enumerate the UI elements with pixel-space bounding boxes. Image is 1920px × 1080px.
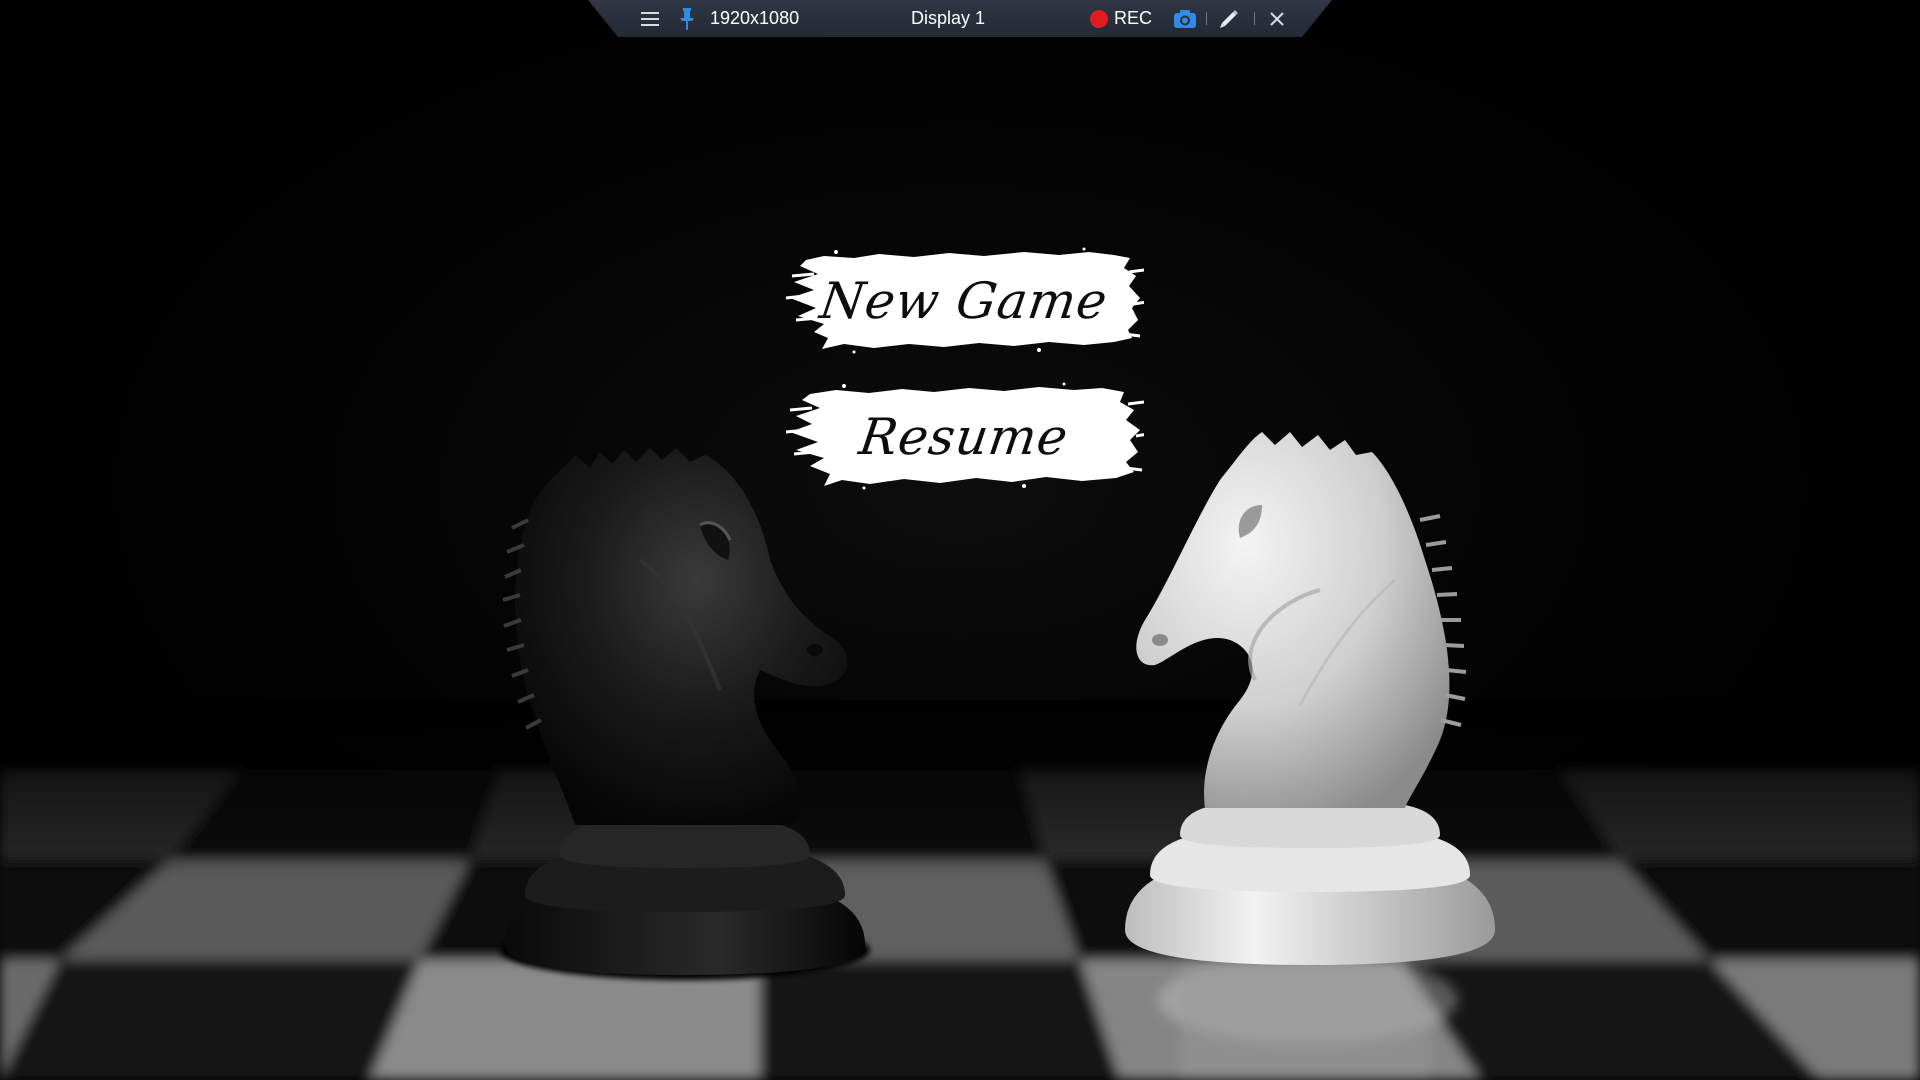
white-knight-reflection (1158, 955, 1458, 1080)
white-knight-piece (1125, 432, 1495, 965)
resolution-label: 1920x1080 (710, 8, 800, 28)
pen-icon[interactable] (1214, 0, 1244, 37)
display-selector[interactable]: Display 1 (888, 0, 1008, 37)
record-dot-icon[interactable] (1088, 0, 1110, 37)
close-icon[interactable] (1264, 0, 1290, 37)
background-scene (0, 432, 1920, 1080)
camera-icon[interactable] (1170, 0, 1200, 37)
remote-display-toolbar: 1920x1080 Display 1 REC (588, 0, 1332, 37)
game-screen: 1920x1080 Display 1 REC New Game Resume (0, 0, 1920, 1080)
resume-button[interactable]: Resume (784, 382, 1144, 492)
resume-label: Resume (855, 408, 1073, 466)
new-game-label: New Game (816, 272, 1112, 330)
toolbar-divider (1206, 12, 1207, 25)
hamburger-menu-icon[interactable] (636, 0, 664, 37)
toolbar-divider (1254, 12, 1255, 25)
pin-icon[interactable] (674, 0, 700, 37)
new-game-button[interactable]: New Game (784, 246, 1144, 356)
record-label[interactable]: REC (1114, 0, 1158, 37)
